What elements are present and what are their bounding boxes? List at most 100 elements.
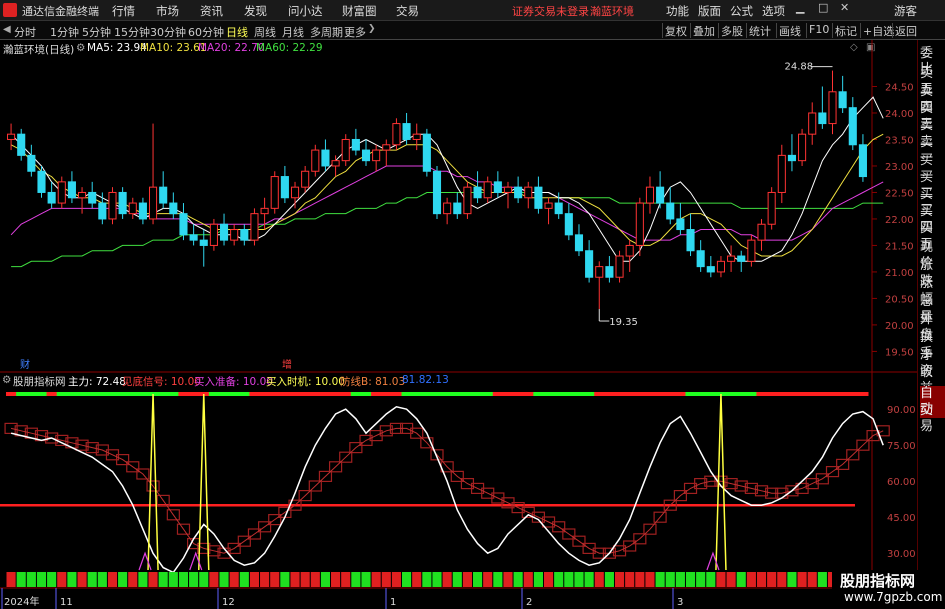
tab-1min[interactable]: 1分钟 (50, 24, 79, 40)
indicator-status-bar (137, 392, 149, 396)
indicator-status-bar (604, 392, 615, 396)
tab-multi[interactable]: 多周期 (310, 24, 343, 40)
biaoji-button[interactable]: 标记 (832, 23, 859, 38)
tab-60min[interactable]: 60分钟 (188, 24, 224, 40)
indicator-settings-gear-icon[interactable]: ⚙ (2, 374, 11, 386)
candle-body (321, 149, 330, 167)
candle-body (777, 154, 786, 193)
high-annotation: 24.88 (785, 62, 814, 73)
indicator-status-bar (56, 392, 68, 396)
signal-bar (472, 572, 483, 587)
candle-body (98, 202, 107, 220)
duogu-button[interactable]: 多股 (718, 23, 745, 38)
indicator-status-bar (188, 392, 200, 396)
menu-hangqing[interactable]: 行情 (112, 3, 135, 19)
title-bar: 通达信金融终端 行情 市场 资讯 发现 问小达 财富圈 交易 证券交易未登录 瀚… (0, 0, 945, 21)
indicator-status-bar (776, 392, 788, 396)
menu-faxian[interactable]: 发现 (244, 3, 267, 19)
indicator-status-bar (330, 392, 342, 396)
signal-bar (87, 572, 97, 587)
tab-15min[interactable]: 15分钟 (114, 24, 150, 40)
indicator-status-bar (76, 392, 88, 396)
f10-button[interactable]: F10 (806, 23, 831, 38)
panel-trade[interactable]: 交易 (920, 403, 945, 435)
menu-jiaoyi[interactable]: 交易 (396, 3, 419, 19)
menu-xuanxiang[interactable]: 选项 (762, 3, 785, 19)
indicator-status-bar (107, 392, 119, 396)
tab-fenshi[interactable]: 分时 (14, 24, 36, 40)
fuquan-button[interactable]: 复权 (662, 23, 689, 38)
indicator-status-bar (634, 392, 646, 396)
signal-bar (787, 572, 797, 587)
signal-bar (57, 572, 67, 587)
menu-gongshi[interactable]: 公式 (730, 3, 753, 19)
candle-body (818, 112, 827, 125)
menu-banmian[interactable]: 版面 (698, 3, 721, 19)
tab-monthly[interactable]: 月线 (282, 24, 304, 40)
candle-body (341, 138, 350, 162)
indicator-status-bar (452, 392, 463, 396)
tab-30min[interactable]: 30分钟 (150, 24, 186, 40)
candle-body (574, 234, 584, 252)
indicator-status-bar (513, 392, 524, 396)
stock-chart-canvas[interactable]: 24.50 24.00 23.50 23.00 22.50 22.00 21.50 21.00… (0, 40, 917, 609)
tab-5min[interactable]: 5分钟 (82, 24, 111, 40)
signal-bar (47, 572, 57, 587)
maximize-button[interactable]: □ (818, 1, 828, 14)
indicator-status-bar (381, 392, 392, 396)
menu-wenxiaoda[interactable]: 问小达 (288, 3, 323, 19)
signal-bar (736, 572, 746, 587)
signal-bar (77, 572, 87, 587)
signal-bar (290, 572, 300, 587)
huaxian-button[interactable]: 画线 (776, 23, 803, 38)
app-name: 通达信金融终端 (22, 5, 99, 18)
candle-body (686, 229, 695, 252)
menu-shichang[interactable]: 市场 (156, 3, 179, 19)
signal-bar (706, 572, 716, 587)
price-tick-label: 21.00 (885, 268, 914, 279)
signal-bar (645, 572, 655, 587)
signal-bar (665, 572, 675, 587)
candle-body (737, 255, 746, 262)
indicator-status-bar (502, 392, 514, 396)
buy-prepare-spike (189, 551, 203, 571)
user-guest[interactable]: 游客 (894, 3, 917, 19)
candle-body (270, 176, 279, 209)
chevron-right-icon[interactable]: ❯ (368, 24, 376, 34)
signal-bar (625, 572, 635, 587)
signal-bar (422, 572, 432, 587)
indicator-status-bar (837, 392, 849, 396)
signal-bar (726, 572, 736, 587)
tongji-button[interactable]: 统计 (746, 23, 773, 38)
candle-body (47, 191, 56, 204)
candle-body (219, 223, 229, 241)
signal-bar (310, 572, 320, 587)
candle-body (544, 202, 553, 209)
period-toolbar: ◀ 分时 1分钟 5分钟 15分钟 30分钟 60分钟 日线 周线 月线 多周期… (0, 21, 945, 40)
chevron-left-icon[interactable]: ◀ (3, 24, 11, 35)
menu-zixun[interactable]: 资讯 (200, 3, 223, 19)
marker-cai: 财 (20, 358, 30, 371)
back-button[interactable]: 返回 (892, 23, 919, 38)
tab-weekly[interactable]: 周线 (254, 24, 276, 40)
minimize-button[interactable]: ▁ (796, 1, 804, 14)
menu-gongneng[interactable]: 功能 (666, 3, 689, 19)
indicator-status-bar (411, 392, 423, 396)
signal-bar (229, 572, 239, 587)
menu-caifuquan[interactable]: 财富圈 (342, 3, 377, 19)
indicator-status-bar (340, 392, 352, 396)
signal-bar (746, 572, 756, 587)
tab-more[interactable]: 更多 (344, 24, 366, 40)
signal-bar (716, 572, 726, 587)
indicator-tick-label: 45.00 (887, 513, 916, 524)
indicator-status-bar (857, 392, 869, 396)
diejia-button[interactable]: 叠加 (690, 23, 717, 38)
quote-side-panel: 委比 卖五 卖四 卖三 卖二 卖一 买一 买二 买三 买四 买五 现价 涨跌 涨… (917, 40, 945, 609)
signal-bar (564, 572, 574, 587)
tab-daily[interactable]: 日线 (226, 24, 248, 40)
add-favorite-button[interactable]: +自选 (860, 23, 896, 38)
candle-body (514, 186, 523, 199)
close-button[interactable]: ✕ (840, 1, 849, 14)
candle-body (311, 149, 320, 172)
login-notice[interactable]: 证券交易未登录 (512, 3, 589, 19)
